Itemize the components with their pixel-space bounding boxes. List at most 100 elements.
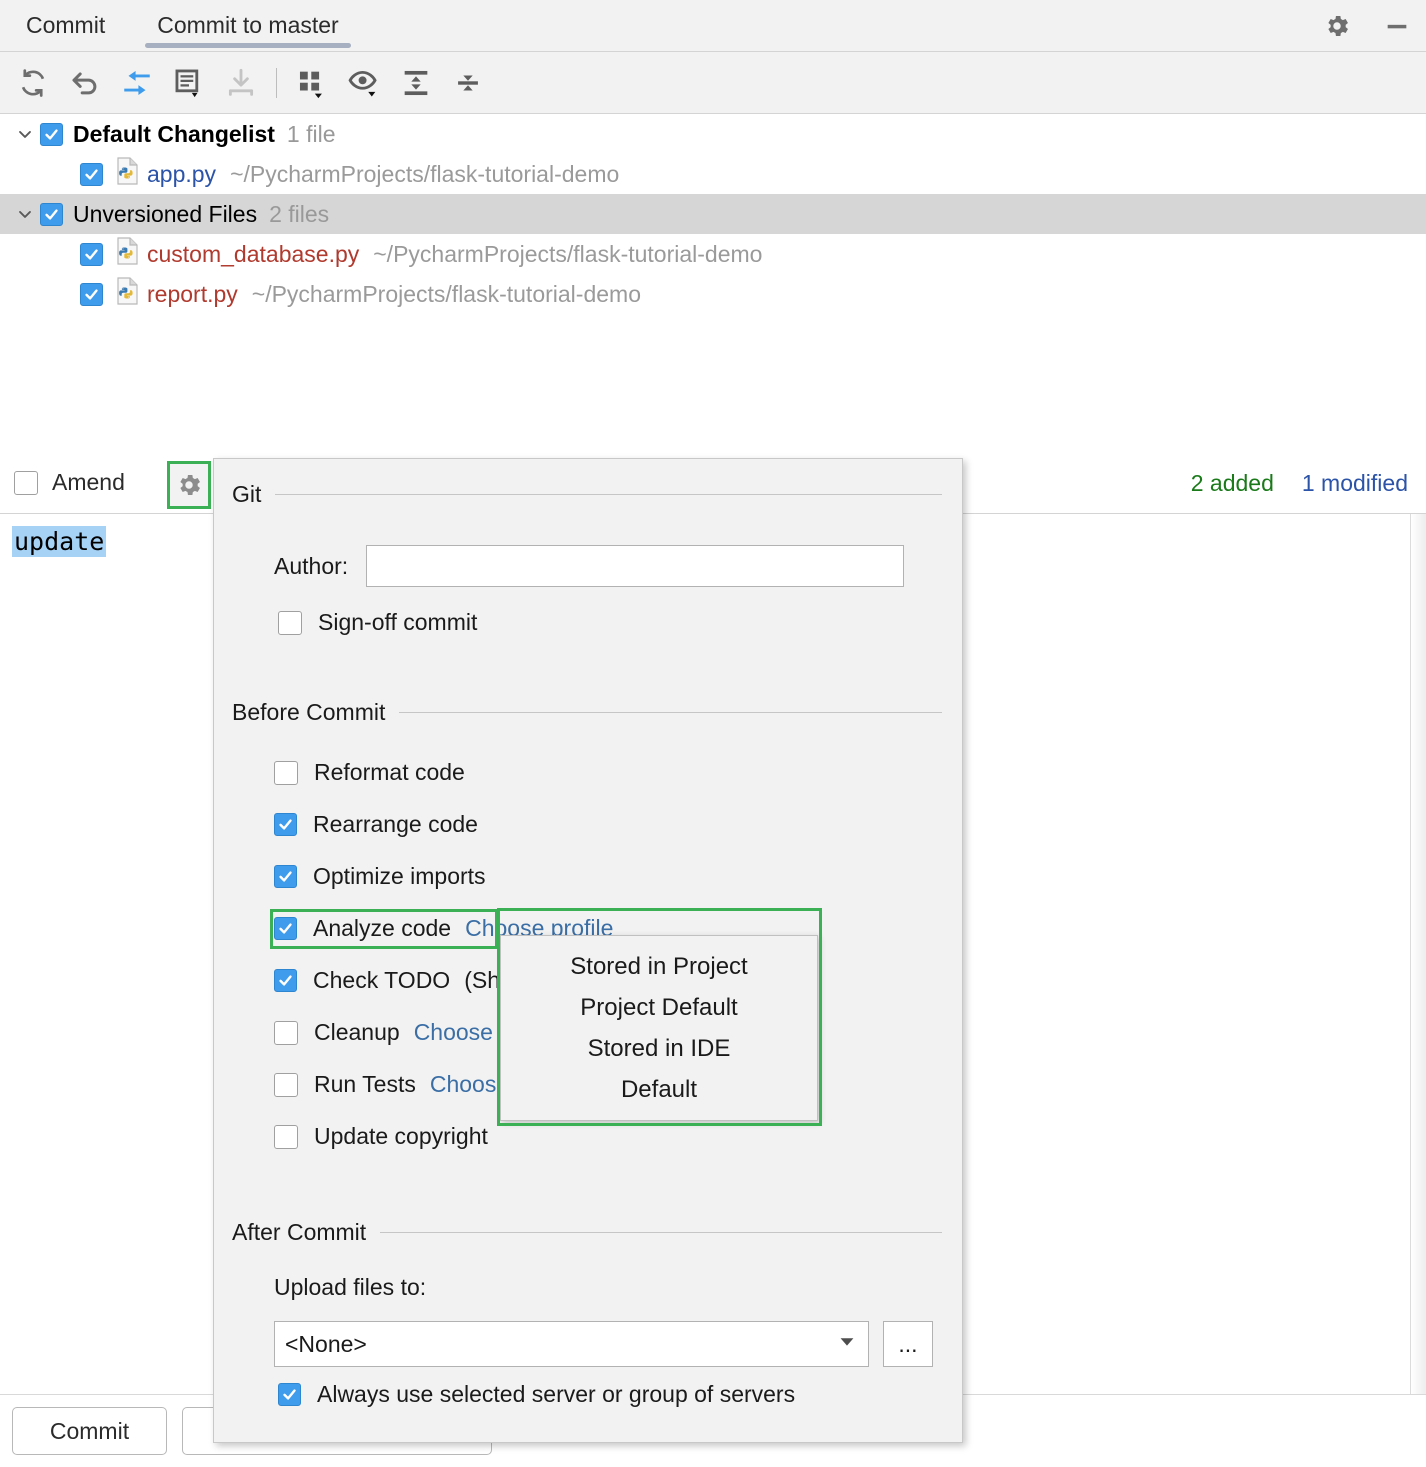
window-buttons bbox=[1320, 0, 1414, 52]
change-counts: 2 added 1 modified bbox=[1191, 470, 1408, 497]
author-field[interactable] bbox=[366, 545, 904, 587]
tree-group-count: 1 file bbox=[287, 121, 336, 148]
changes-tree: Default Changelist 1 file app.py ~/Pycha… bbox=[0, 114, 1426, 450]
refresh-icon[interactable] bbox=[10, 60, 56, 106]
collapse-all-icon[interactable] bbox=[445, 60, 491, 106]
item-label: Run Tests bbox=[314, 1071, 416, 1098]
before-commit-item-rearrange-code[interactable]: Rearrange code bbox=[274, 811, 478, 838]
checkbox-optimize-imports[interactable] bbox=[274, 865, 297, 888]
before-commit-item-optimize-imports[interactable]: Optimize imports bbox=[274, 863, 486, 890]
tab-commit-label: Commit bbox=[26, 12, 105, 39]
checkbox-default-changelist[interactable] bbox=[40, 123, 63, 146]
commit-tool-window: Commit Commit to master bbox=[0, 0, 1426, 1467]
commit-button[interactable]: Commit bbox=[12, 1407, 167, 1455]
tree-group-count: 2 files bbox=[269, 201, 329, 228]
python-file-icon bbox=[115, 277, 141, 311]
upload-files-label-row: Upload files to: bbox=[274, 1274, 426, 1301]
before-commit-item-update-copyright[interactable]: Update copyright bbox=[274, 1123, 488, 1150]
item-label: Update copyright bbox=[314, 1123, 488, 1150]
dropdown-item-label: Stored in Project bbox=[570, 953, 747, 981]
show-diff-icon[interactable] bbox=[114, 60, 160, 106]
item-label: Analyze code bbox=[313, 915, 451, 942]
signoff-row[interactable]: Sign-off commit bbox=[278, 609, 477, 636]
always-use-server-row[interactable]: Always use selected server or group of s… bbox=[278, 1381, 795, 1408]
dropdown-item-label: Stored in IDE bbox=[588, 1035, 731, 1063]
item-label: Reformat code bbox=[314, 759, 465, 786]
python-file-icon bbox=[115, 237, 141, 271]
upload-target-select[interactable]: <None> bbox=[274, 1321, 869, 1367]
checkbox-always-use-server[interactable] bbox=[278, 1383, 301, 1406]
signoff-label: Sign-off commit bbox=[318, 609, 477, 636]
dropdown-item-default[interactable]: Default bbox=[501, 1069, 817, 1110]
checkbox-run-tests[interactable] bbox=[274, 1073, 298, 1097]
always-use-server-label: Always use selected server or group of s… bbox=[317, 1381, 795, 1408]
tree-group-label: Unversioned Files bbox=[73, 201, 257, 228]
tree-file-custom-database-py[interactable]: custom_database.py ~/PycharmProjects/fla… bbox=[0, 234, 1426, 274]
section-divider bbox=[380, 1232, 942, 1233]
signoff-checkbox[interactable] bbox=[278, 611, 302, 635]
commit-message-text[interactable]: update bbox=[12, 526, 106, 557]
git-section-title: Git bbox=[232, 481, 261, 508]
commit-options-gear-button[interactable] bbox=[167, 461, 211, 509]
checkbox-cleanup[interactable] bbox=[274, 1021, 298, 1045]
checkbox-report-py[interactable] bbox=[80, 283, 103, 306]
chevron-down-icon[interactable] bbox=[10, 124, 40, 144]
tree-file-name: custom_database.py bbox=[147, 241, 359, 268]
checkbox-app-py[interactable] bbox=[80, 163, 103, 186]
minimize-icon[interactable] bbox=[1380, 9, 1414, 43]
added-count: 2 added bbox=[1191, 470, 1274, 497]
tree-file-path: ~/PycharmProjects/flask-tutorial-demo bbox=[230, 161, 619, 188]
expand-all-icon[interactable] bbox=[393, 60, 439, 106]
author-label: Author: bbox=[274, 553, 348, 580]
preview-diff-icon[interactable] bbox=[341, 60, 387, 106]
section-divider bbox=[275, 494, 942, 495]
item-label: Optimize imports bbox=[313, 863, 486, 890]
author-row: Author: bbox=[274, 545, 904, 587]
checkbox-unversioned-files[interactable] bbox=[40, 203, 63, 226]
tree-file-name: app.py bbox=[147, 161, 216, 188]
toolbar-separator bbox=[276, 68, 277, 98]
checkbox-analyze-code[interactable] bbox=[274, 917, 297, 940]
section-divider bbox=[399, 712, 942, 713]
tree-file-name: report.py bbox=[147, 281, 238, 308]
checkbox-reformat-code[interactable] bbox=[274, 761, 298, 785]
python-file-icon bbox=[115, 157, 141, 191]
checkbox-update-copyright[interactable] bbox=[274, 1125, 298, 1149]
tree-file-path: ~/PycharmProjects/flask-tutorial-demo bbox=[252, 281, 641, 308]
tree-file-path: ~/PycharmProjects/flask-tutorial-demo bbox=[373, 241, 762, 268]
checkbox-rearrange-code[interactable] bbox=[274, 813, 297, 836]
tree-file-app-py[interactable]: app.py ~/PycharmProjects/flask-tutorial-… bbox=[0, 154, 1426, 194]
after-commit-section-header: After Commit bbox=[232, 1219, 942, 1246]
choose-profile-dropdown: Stored in Project Project Default Stored… bbox=[500, 935, 818, 1121]
tree-group-default-changelist[interactable]: Default Changelist 1 file bbox=[0, 114, 1426, 154]
tree-group-unversioned-files[interactable]: Unversioned Files 2 files bbox=[0, 194, 1426, 234]
checkbox-check-todo[interactable] bbox=[274, 969, 297, 992]
dropdown-item-stored-in-ide[interactable]: Stored in IDE bbox=[501, 1028, 817, 1069]
update-project-icon[interactable] bbox=[218, 60, 264, 106]
before-commit-item-reformat-code[interactable]: Reformat code bbox=[274, 759, 465, 786]
chevron-down-icon[interactable] bbox=[10, 204, 40, 224]
tree-file-report-py[interactable]: report.py ~/PycharmProjects/flask-tutori… bbox=[0, 274, 1426, 314]
gear-icon bbox=[175, 471, 203, 499]
commit-message-history-icon[interactable] bbox=[166, 60, 212, 106]
upload-files-label: Upload files to: bbox=[274, 1274, 426, 1301]
tab-commit-to-master[interactable]: Commit to master bbox=[131, 0, 364, 52]
group-by-icon[interactable] bbox=[289, 60, 335, 106]
amend-checkbox[interactable] bbox=[14, 471, 38, 495]
message-scrollbar[interactable] bbox=[1410, 514, 1426, 1394]
item-label: Cleanup bbox=[314, 1019, 400, 1046]
tab-bar: Commit Commit to master bbox=[0, 0, 1426, 52]
chevron-down-icon bbox=[836, 1330, 858, 1358]
dropdown-item-stored-in-project[interactable]: Stored in Project bbox=[501, 946, 817, 987]
item-label: Check TODO bbox=[313, 967, 450, 994]
settings-gear-icon[interactable] bbox=[1320, 9, 1354, 43]
checkbox-custom-database-py[interactable] bbox=[80, 243, 103, 266]
browse-servers-button[interactable]: ... bbox=[883, 1321, 933, 1367]
tab-commit[interactable]: Commit bbox=[0, 0, 131, 52]
item-label: Rearrange code bbox=[313, 811, 478, 838]
rollback-icon[interactable] bbox=[62, 60, 108, 106]
upload-target-row: <None> ... bbox=[274, 1321, 933, 1367]
dropdown-item-project-default[interactable]: Project Default bbox=[501, 987, 817, 1028]
dropdown-item-label: Project Default bbox=[580, 994, 737, 1022]
browse-servers-label: ... bbox=[898, 1331, 917, 1358]
